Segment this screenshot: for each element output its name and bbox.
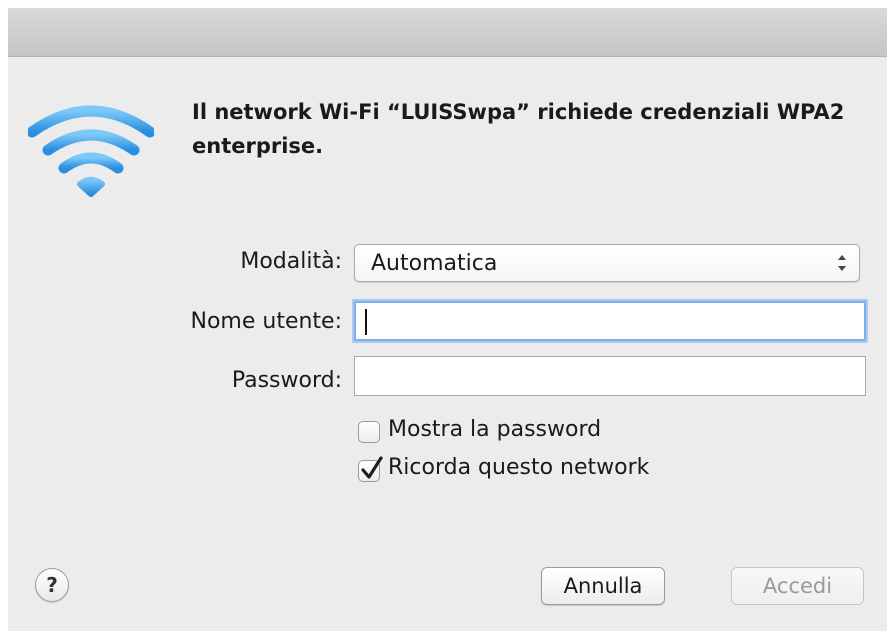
mode-select-value: Automatica (371, 251, 498, 276)
mode-label: Modalità: (240, 249, 342, 274)
updown-arrows-icon (838, 255, 846, 271)
password-label: Password: (231, 368, 342, 393)
wifi-icon (28, 105, 154, 197)
text-caret (365, 309, 367, 335)
show-password-checkbox[interactable] (358, 421, 380, 443)
mode-select[interactable]: Automatica (354, 244, 860, 282)
wifi-credentials-dialog: Il network Wi-Fi “LUISSwpa” richiede cre… (8, 8, 887, 631)
username-label: Nome utente: (190, 309, 343, 334)
password-input[interactable] (354, 356, 866, 396)
login-button[interactable]: Accedi (731, 567, 864, 605)
username-input[interactable] (354, 301, 866, 341)
cancel-button[interactable]: Annulla (541, 567, 665, 605)
dialog-message: Il network Wi-Fi “LUISSwpa” richiede cre… (192, 100, 845, 158)
show-password-label[interactable]: Mostra la password (388, 417, 601, 442)
remember-network-label[interactable]: Ricorda questo network (388, 455, 649, 480)
help-button[interactable]: ? (35, 568, 69, 602)
checkmark-icon (361, 456, 383, 479)
title-bar[interactable] (8, 8, 887, 57)
remember-network-checkbox[interactable] (358, 456, 383, 482)
